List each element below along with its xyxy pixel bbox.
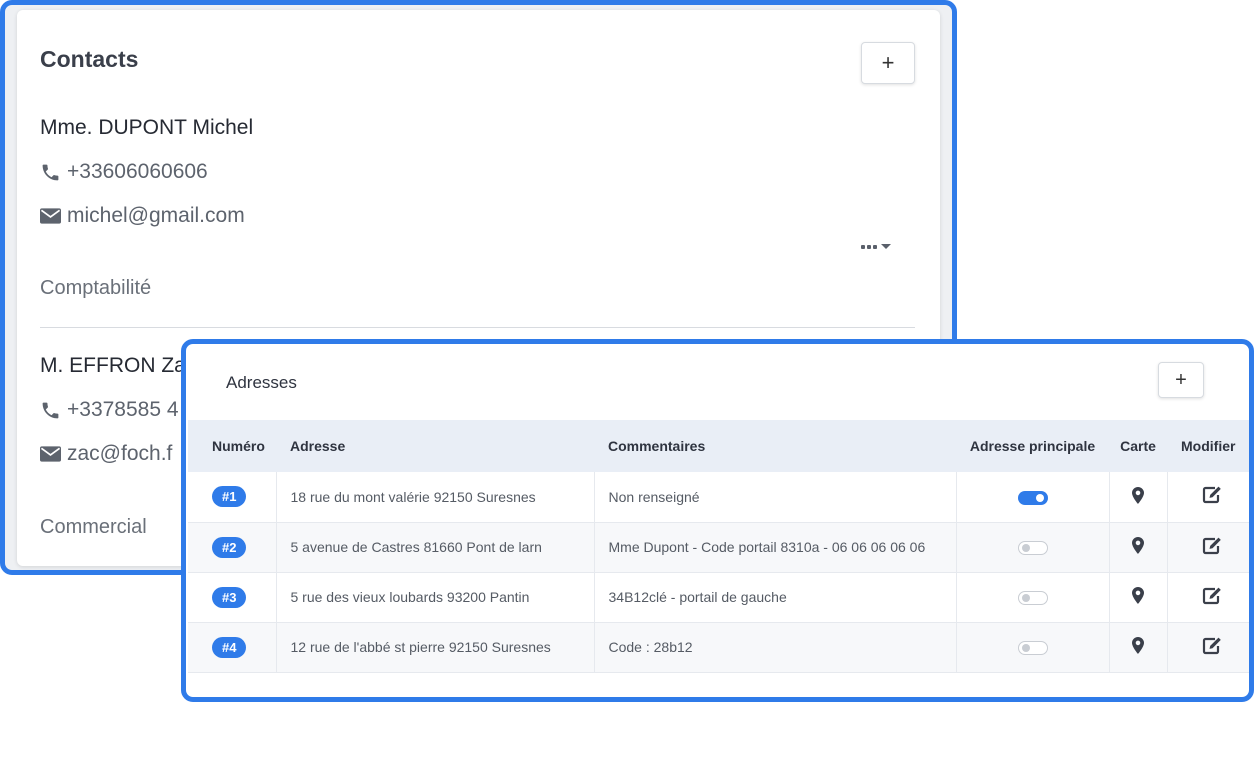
col-numero: Numéro — [212, 438, 265, 454]
cell-principale — [955, 472, 1109, 522]
contact-phone[interactable]: +3378585 4 — [40, 398, 179, 422]
contact-name: M. EFFRON Za — [40, 354, 186, 377]
col-adresse: Adresse — [290, 438, 346, 454]
edit-icon[interactable] — [1202, 486, 1222, 507]
cell-numero: #4 — [188, 622, 276, 672]
cell-adresse: 5 rue des vieux loubards 93200 Pantin — [275, 572, 594, 622]
caret-down-icon — [881, 244, 891, 249]
cell-commentaire: 34B12clé - portail de gauche — [593, 572, 956, 622]
cell-commentaire: Non renseigné — [593, 472, 956, 522]
col-modifier: Modifier — [1181, 438, 1236, 454]
cell-numero: #3 — [188, 572, 276, 622]
cell-modifier — [1166, 522, 1249, 572]
map-marker-icon[interactable] — [1132, 587, 1144, 607]
principal-address-toggle[interactable] — [1017, 591, 1048, 606]
cell-adresse: 12 rue de l'abbé st pierre 92150 Suresne… — [275, 622, 594, 672]
col-commentaires: Commentaires — [608, 438, 706, 454]
envelope-icon — [40, 446, 61, 462]
cell-principale — [955, 572, 1109, 622]
cell-carte — [1108, 472, 1167, 522]
addresses-table: Numéro Adresse Commentaires Adresse prin… — [188, 420, 1249, 673]
map-marker-icon[interactable] — [1132, 537, 1144, 557]
map-marker-icon[interactable] — [1132, 486, 1144, 507]
cell-modifier — [1166, 472, 1249, 522]
email-address: zac@foch.f — [67, 442, 173, 465]
contact-phone[interactable]: +33606060606 — [40, 160, 208, 184]
contacts-title: Contacts — [40, 46, 139, 72]
contact-role: Comptabilité — [40, 277, 152, 299]
principal-address-toggle[interactable] — [1017, 490, 1048, 505]
addresses-title: Adresses — [226, 373, 297, 392]
table-row: #2 5 avenue de Castres 81660 Pont de lar… — [188, 522, 1249, 572]
principal-address-toggle[interactable] — [1017, 541, 1048, 556]
number-badge: #4 — [212, 636, 247, 658]
phone-number: +3378585 4 — [67, 398, 179, 421]
col-adresse-principale: Adresse principale — [969, 438, 1096, 454]
cell-adresse: 5 avenue de Castres 81660 Pont de larn — [275, 522, 594, 572]
cell-carte — [1108, 522, 1167, 572]
add-address-button[interactable]: + — [1158, 362, 1204, 398]
cell-numero: #2 — [188, 522, 276, 572]
cell-principale — [955, 622, 1109, 672]
table-row: #3 5 rue des vieux loubards 93200 Pantin… — [188, 572, 1249, 622]
contact-email[interactable]: michel@gmail.com — [40, 204, 245, 228]
cell-carte — [1108, 622, 1167, 672]
number-badge: #1 — [212, 486, 247, 508]
add-contact-button[interactable]: + — [861, 42, 915, 84]
phone-icon — [40, 400, 61, 421]
edit-icon[interactable] — [1202, 537, 1222, 558]
cell-modifier — [1166, 622, 1249, 672]
contact-email[interactable]: zac@foch.f — [40, 442, 172, 466]
cell-numero: #1 — [188, 472, 276, 522]
table-row: #4 12 rue de l'abbé st pierre 92150 Sure… — [188, 622, 1249, 672]
table-header-row: Numéro Adresse Commentaires Adresse prin… — [188, 420, 1249, 472]
phone-number: +33606060606 — [67, 160, 208, 183]
number-badge: #3 — [212, 586, 247, 608]
cell-principale — [955, 522, 1109, 572]
edit-icon[interactable] — [1202, 587, 1222, 608]
phone-icon — [40, 162, 61, 183]
contact-name: Mme. DUPONT Michel — [40, 116, 254, 139]
more-dots-icon — [861, 244, 877, 249]
contact-role: Commercial — [40, 516, 147, 538]
email-address: michel@gmail.com — [67, 204, 245, 227]
cell-carte — [1108, 572, 1167, 622]
number-badge: #2 — [212, 536, 247, 558]
envelope-icon — [40, 208, 61, 224]
addresses-panel: Adresses + Numéro Adresse Commentaires A… — [181, 339, 1254, 702]
edit-icon[interactable] — [1202, 637, 1222, 658]
map-marker-icon[interactable] — [1132, 637, 1144, 657]
principal-address-toggle[interactable] — [1017, 641, 1048, 656]
cell-commentaire: Code : 28b12 — [593, 622, 956, 672]
col-carte: Carte — [1120, 438, 1156, 454]
contact-more-menu[interactable] — [861, 244, 891, 249]
cell-adresse: 18 rue du mont valérie 92150 Suresnes — [275, 472, 594, 522]
cell-modifier — [1166, 572, 1249, 622]
table-row: #1 18 rue du mont valérie 92150 Suresnes… — [188, 472, 1249, 522]
contact-divider — [40, 327, 915, 328]
cell-commentaire: Mme Dupont - Code portail 8310a - 06 06 … — [593, 522, 956, 572]
